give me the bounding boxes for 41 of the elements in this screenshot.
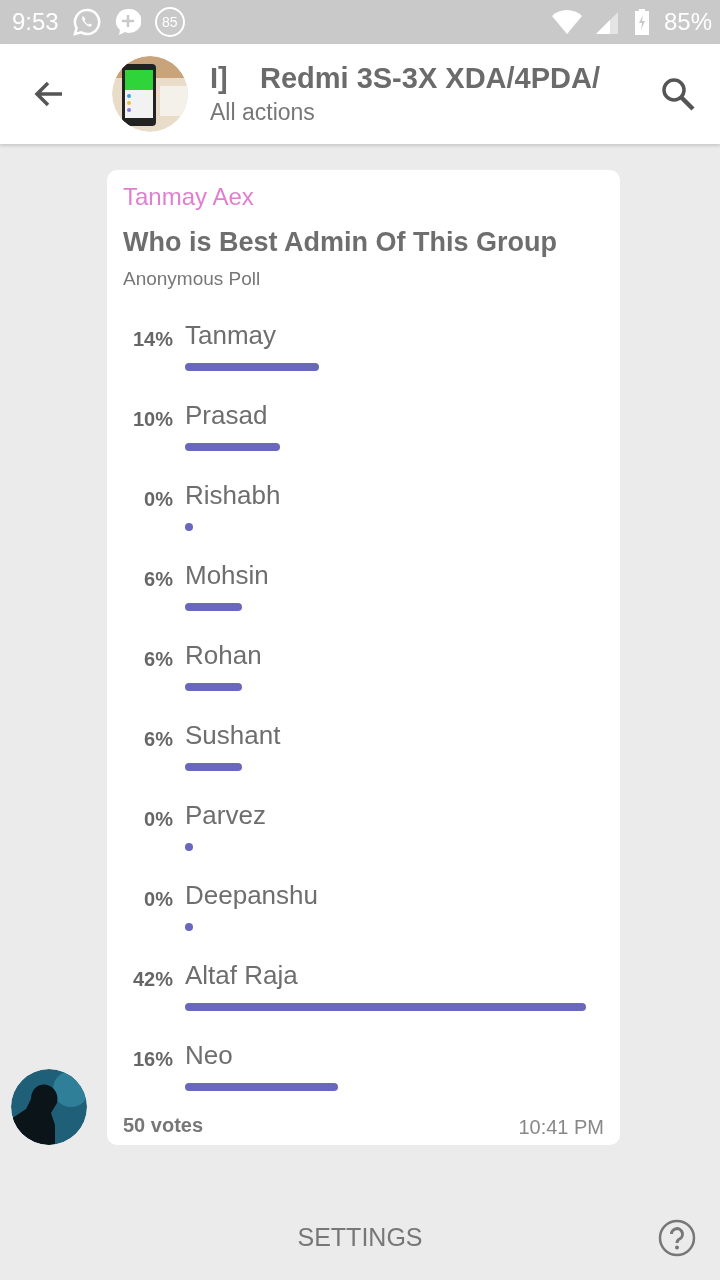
option-percent: 0% (143, 487, 173, 511)
option-percent: 0% (143, 887, 173, 911)
result-bar (185, 523, 193, 531)
option-percent: 10% (131, 407, 173, 431)
result-bar (185, 763, 243, 771)
wifi-icon (551, 10, 582, 34)
option-percent: 6% (143, 727, 173, 751)
whatsapp-icon (72, 8, 101, 36)
option-label: Prasad (185, 400, 269, 431)
chat-plus-icon (114, 8, 141, 36)
option-label: Parvez (185, 800, 267, 831)
option-label: Mohsin (185, 560, 270, 591)
option-percent: 14% (131, 327, 173, 351)
result-bar (185, 683, 243, 691)
option-label: Neo (185, 1040, 234, 1071)
option-label: Altaf Raja (185, 960, 299, 991)
settings-button[interactable]: SETTINGS (287, 1213, 433, 1262)
battery-icon (633, 9, 650, 35)
option-label: Tanmay (185, 320, 278, 351)
result-bar (185, 603, 243, 611)
poll-question: Who is Best Admin Of This Group (123, 227, 558, 258)
option-percent: 16% (131, 1047, 173, 1071)
option-percent: 0% (143, 807, 173, 831)
signal-icon (595, 10, 620, 34)
vote-count: 50 votes (123, 1114, 204, 1137)
message-time: 10:41 PM (518, 1116, 604, 1139)
option-label: Sushant (185, 720, 282, 751)
option-percent: 6% (143, 567, 173, 591)
chat-title: I] Redmi 3S-3X XDA/4PDA/ (210, 62, 601, 95)
result-bar (185, 923, 193, 931)
sender-name: Tanmay Aex (123, 183, 255, 211)
chat-subtitle: All actions (210, 99, 316, 126)
poll-type: Anonymous Poll (123, 268, 262, 290)
help-icon[interactable] (658, 1218, 696, 1257)
option-percent: 42% (131, 967, 173, 991)
option-label: Rohan (185, 640, 263, 671)
option-percent: 6% (143, 647, 173, 671)
option-label: Deepanshu (185, 880, 319, 911)
result-bar (185, 843, 193, 851)
search-icon[interactable] (660, 76, 696, 112)
option-label: Rishabh (185, 480, 282, 511)
